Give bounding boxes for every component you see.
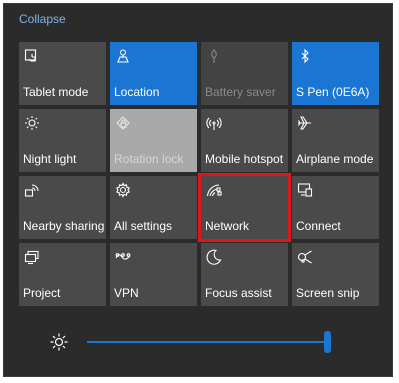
tile-vpn[interactable]: VPN — [110, 243, 197, 306]
tile-label: Connect — [296, 219, 341, 233]
quick-actions-grid: Tablet mode Location Battery saver S Pen… — [19, 42, 379, 306]
tile-label: Location — [114, 85, 160, 99]
tile-label: Focus assist — [205, 286, 272, 300]
tile-label: S Pen (0E6A) — [296, 85, 370, 99]
tile-tablet-mode[interactable]: Tablet mode — [19, 42, 106, 105]
tile-nearby-sharing[interactable]: Nearby sharing — [19, 176, 106, 239]
tile-location[interactable]: Location — [110, 42, 197, 105]
mobile-hotspot-icon — [206, 115, 222, 131]
tile-label: Mobile hotspot — [205, 152, 284, 166]
tile-s-pen[interactable]: S Pen (0E6A) — [292, 42, 379, 105]
tile-airplane-mode[interactable]: Airplane mode — [292, 109, 379, 172]
nearby-sharing-icon — [24, 182, 40, 198]
vpn-icon — [115, 249, 131, 265]
tile-label: All settings — [114, 219, 173, 233]
screen-snip-icon — [297, 249, 313, 265]
moon-icon — [206, 249, 222, 265]
battery-saver-icon — [206, 48, 222, 64]
bluetooth-icon — [297, 48, 313, 64]
location-icon — [115, 48, 131, 64]
tile-project[interactable]: Project — [19, 243, 106, 306]
tile-label: Network — [205, 219, 250, 233]
tile-label: Screen snip — [296, 286, 360, 300]
gear-icon — [115, 182, 131, 198]
collapse-link[interactable]: Collapse — [19, 12, 66, 26]
action-center-panel: Collapse Tablet mode Location Battery sa… — [3, 3, 393, 377]
brightness-slider-thumb[interactable] — [323, 331, 331, 353]
tile-battery-saver[interactable]: Battery saver — [201, 42, 288, 105]
tile-label: Project — [23, 286, 61, 300]
tile-network[interactable]: Network — [198, 173, 291, 242]
rotation-lock-icon — [115, 115, 131, 131]
tile-label: Tablet mode — [23, 85, 89, 99]
tile-label: Battery saver — [205, 85, 276, 99]
brightness-slider-track[interactable] — [87, 341, 327, 343]
connect-icon — [297, 182, 313, 198]
tablet-mode-icon — [24, 48, 40, 64]
tile-focus-assist[interactable]: Focus assist — [201, 243, 288, 306]
tile-label: Nearby sharing — [23, 219, 104, 233]
tile-label: VPN — [114, 286, 139, 300]
brightness-icon — [49, 332, 69, 352]
project-icon — [24, 249, 40, 265]
tile-mobile-hotspot[interactable]: Mobile hotspot — [201, 109, 288, 172]
tile-all-settings[interactable]: All settings — [110, 176, 197, 239]
brightness-slider-row — [19, 322, 379, 362]
tile-connect[interactable]: Connect — [292, 176, 379, 239]
network-icon — [206, 182, 222, 198]
tile-label: Night light — [23, 152, 77, 166]
tile-label: Rotation lock — [114, 152, 184, 166]
tile-label: Airplane mode — [296, 152, 374, 166]
airplane-icon — [297, 115, 313, 131]
tile-rotation-lock[interactable]: Rotation lock — [110, 109, 197, 172]
tile-night-light[interactable]: Night light — [19, 109, 106, 172]
tile-screen-snip[interactable]: Screen snip — [292, 243, 379, 306]
night-light-icon — [24, 115, 40, 131]
